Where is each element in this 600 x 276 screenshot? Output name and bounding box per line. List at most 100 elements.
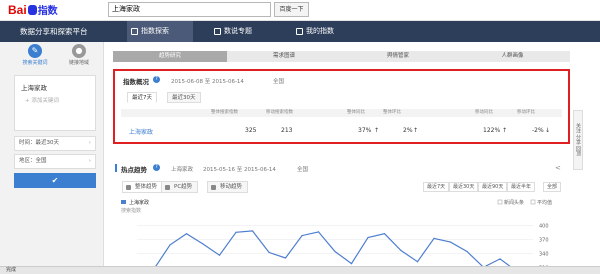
- average-checkbox: [530, 199, 536, 205]
- help-icon[interactable]: ?: [153, 164, 160, 171]
- arrow-up-icon: ↑: [374, 127, 380, 134]
- tab-label: 我的指数: [306, 27, 334, 35]
- subtab-trend[interactable]: 趋势研究: [113, 51, 227, 62]
- phone-icon: [211, 185, 216, 190]
- row-mobile-yoy: 122%: [483, 127, 501, 134]
- data-point: [416, 261, 419, 263]
- row-mobile: 213: [281, 127, 293, 134]
- y-tick-label: 400: [539, 223, 549, 229]
- col-mobile-yoy: 移动同比: [475, 110, 493, 115]
- subtab-audience[interactable]: 人群画像: [455, 51, 570, 62]
- data-point: [169, 244, 171, 246]
- paw-icon: [27, 5, 37, 15]
- range-30days-button[interactable]: 最近30天: [449, 182, 479, 192]
- legend-swatch: [121, 200, 126, 204]
- arrow-up-icon: ↑: [413, 127, 419, 134]
- trend-title: 热点趋势: [121, 166, 147, 174]
- data-point: [499, 258, 501, 260]
- data-point: [185, 233, 188, 235]
- data-point: [466, 250, 468, 253]
- chart-icon: [131, 28, 138, 35]
- region-filter-label: 地区：全国: [19, 158, 47, 164]
- trend-chart: 上海家政新闻头条平均值搜索指数310340370400: [113, 198, 570, 274]
- search-button[interactable]: 百度一下: [274, 2, 309, 17]
- data-point: [449, 241, 452, 243]
- trend-keyword: 上海家政: [171, 167, 194, 173]
- right-float-panel[interactable]: 关注 分享 回顶: [573, 110, 583, 170]
- data-point: [433, 237, 435, 239]
- tab-label: PC趋势: [174, 184, 193, 190]
- data-point: [235, 231, 237, 233]
- chevron-right-icon: ›: [88, 140, 91, 146]
- tab-index-explore[interactable]: 指数探索: [127, 21, 193, 42]
- data-point: [251, 230, 254, 232]
- data-point: [383, 233, 386, 235]
- data-point: [350, 263, 353, 265]
- map-pin-icon: ●: [72, 44, 86, 58]
- data-point: [367, 236, 369, 239]
- data-point: [301, 235, 303, 237]
- overview-header-row: 整体搜索指数 移动搜索指数 整体同比 整体环比 移动同比 移动环比: [121, 109, 562, 117]
- row-keyword-link[interactable]: 上海家政: [129, 127, 153, 136]
- check-icon: ✔: [51, 176, 59, 185]
- arrow-up-icon: ↑: [502, 127, 508, 134]
- share-icon[interactable]: <: [555, 164, 561, 172]
- time-filter[interactable]: 时间：最近30天 ›: [14, 136, 96, 151]
- chart-icon: [126, 185, 131, 190]
- range-all-button[interactable]: 全部: [543, 182, 562, 192]
- average-option-label: 平均值: [537, 199, 552, 206]
- index-overview-panel: 指数概况 ? 2015-06-08 至 2015-06-14 全国 最近7天 最…: [113, 69, 570, 144]
- y-tick-label: 370: [539, 237, 549, 243]
- range-halfyear-button[interactable]: 最近半年: [507, 182, 536, 192]
- grid-icon: [214, 28, 221, 35]
- trend-chart-svg: 上海家政新闻头条平均值搜索指数310340370400: [121, 199, 552, 273]
- overview-date: 2015-06-08 至 2015-06-14: [171, 79, 244, 85]
- sidebar-tab-keywords[interactable]: ✎ 搜索关键词: [20, 42, 50, 68]
- row-overall-yoy: 37%: [358, 127, 372, 134]
- tab-data-topics[interactable]: 数说专题: [210, 21, 276, 42]
- sub-tabs: 趋势研究 需求图谱 舆情管家 人群画像: [113, 51, 570, 62]
- tab-pc-trend[interactable]: PC趋势: [161, 181, 199, 193]
- tab-my-index[interactable]: 我的指数: [292, 21, 358, 42]
- keyword-item[interactable]: 上海家政: [21, 82, 47, 92]
- confirm-button[interactable]: ✔: [14, 173, 96, 188]
- baidu-index-logo[interactable]: Bai 指数: [8, 3, 58, 17]
- monitor-icon: [165, 185, 170, 190]
- period-tab-30days[interactable]: 最近30天: [167, 92, 201, 103]
- tab-mobile-trend[interactable]: 移动趋势: [207, 181, 249, 193]
- add-keyword-link[interactable]: + 添加关键词: [25, 96, 59, 104]
- main-nav: 数据分享和探索平台 指数探索 数说专题 我的指数: [0, 21, 600, 42]
- subtab-demand[interactable]: 需求图谱: [227, 51, 341, 62]
- platform-title: 数据分享和探索平台: [20, 27, 88, 36]
- row-overall: 325: [245, 127, 257, 134]
- row-overall-mom: 2%: [403, 127, 413, 134]
- period-tab-7days[interactable]: 最近7天: [127, 92, 157, 103]
- time-filter-label: 时间：最近30天: [19, 140, 59, 146]
- pencil-icon: ✎: [28, 44, 42, 58]
- sidebar: ✎ 搜索关键词 ● 链接地域 上海家政 + 添加关键词 时间：最近30天 › 地区…: [0, 42, 104, 274]
- range-7days-button[interactable]: 最近7天: [423, 182, 450, 192]
- chevron-right-icon: ›: [88, 158, 91, 164]
- section-marker: [115, 164, 117, 172]
- trend-date: 2015-05-16 至 2015-06-14: [203, 167, 276, 173]
- tab-overall-trend[interactable]: 整体趋势: [122, 181, 164, 193]
- help-icon[interactable]: ?: [153, 76, 160, 83]
- sidebar-tab-label: 搜索关键词: [22, 60, 48, 66]
- news-checkbox: [497, 199, 503, 205]
- overview-region: 全国: [273, 79, 285, 85]
- row-mobile-mom: -2%: [532, 127, 544, 134]
- range-90days-button[interactable]: 最近90天: [478, 182, 508, 192]
- col-mobile-index: 移动搜索指数: [266, 110, 293, 115]
- data-point: [400, 249, 402, 252]
- y-tick-label: 340: [539, 251, 549, 257]
- data-point: [268, 251, 270, 253]
- subtab-sentiment[interactable]: 舆情管家: [341, 51, 455, 62]
- region-filter[interactable]: 地区：全国 ›: [14, 154, 96, 169]
- sidebar-tab-region[interactable]: ● 链接地域: [64, 42, 94, 68]
- keyword-box: 上海家政 + 添加关键词: [14, 75, 96, 131]
- tab-label: 数说专题: [224, 27, 252, 35]
- logo-cn: 指数: [37, 6, 58, 17]
- search-input[interactable]: 上海家政: [108, 2, 271, 17]
- col-mobile-mom: 移动环比: [517, 110, 535, 115]
- col-overall-mom: 整体环比: [383, 110, 401, 115]
